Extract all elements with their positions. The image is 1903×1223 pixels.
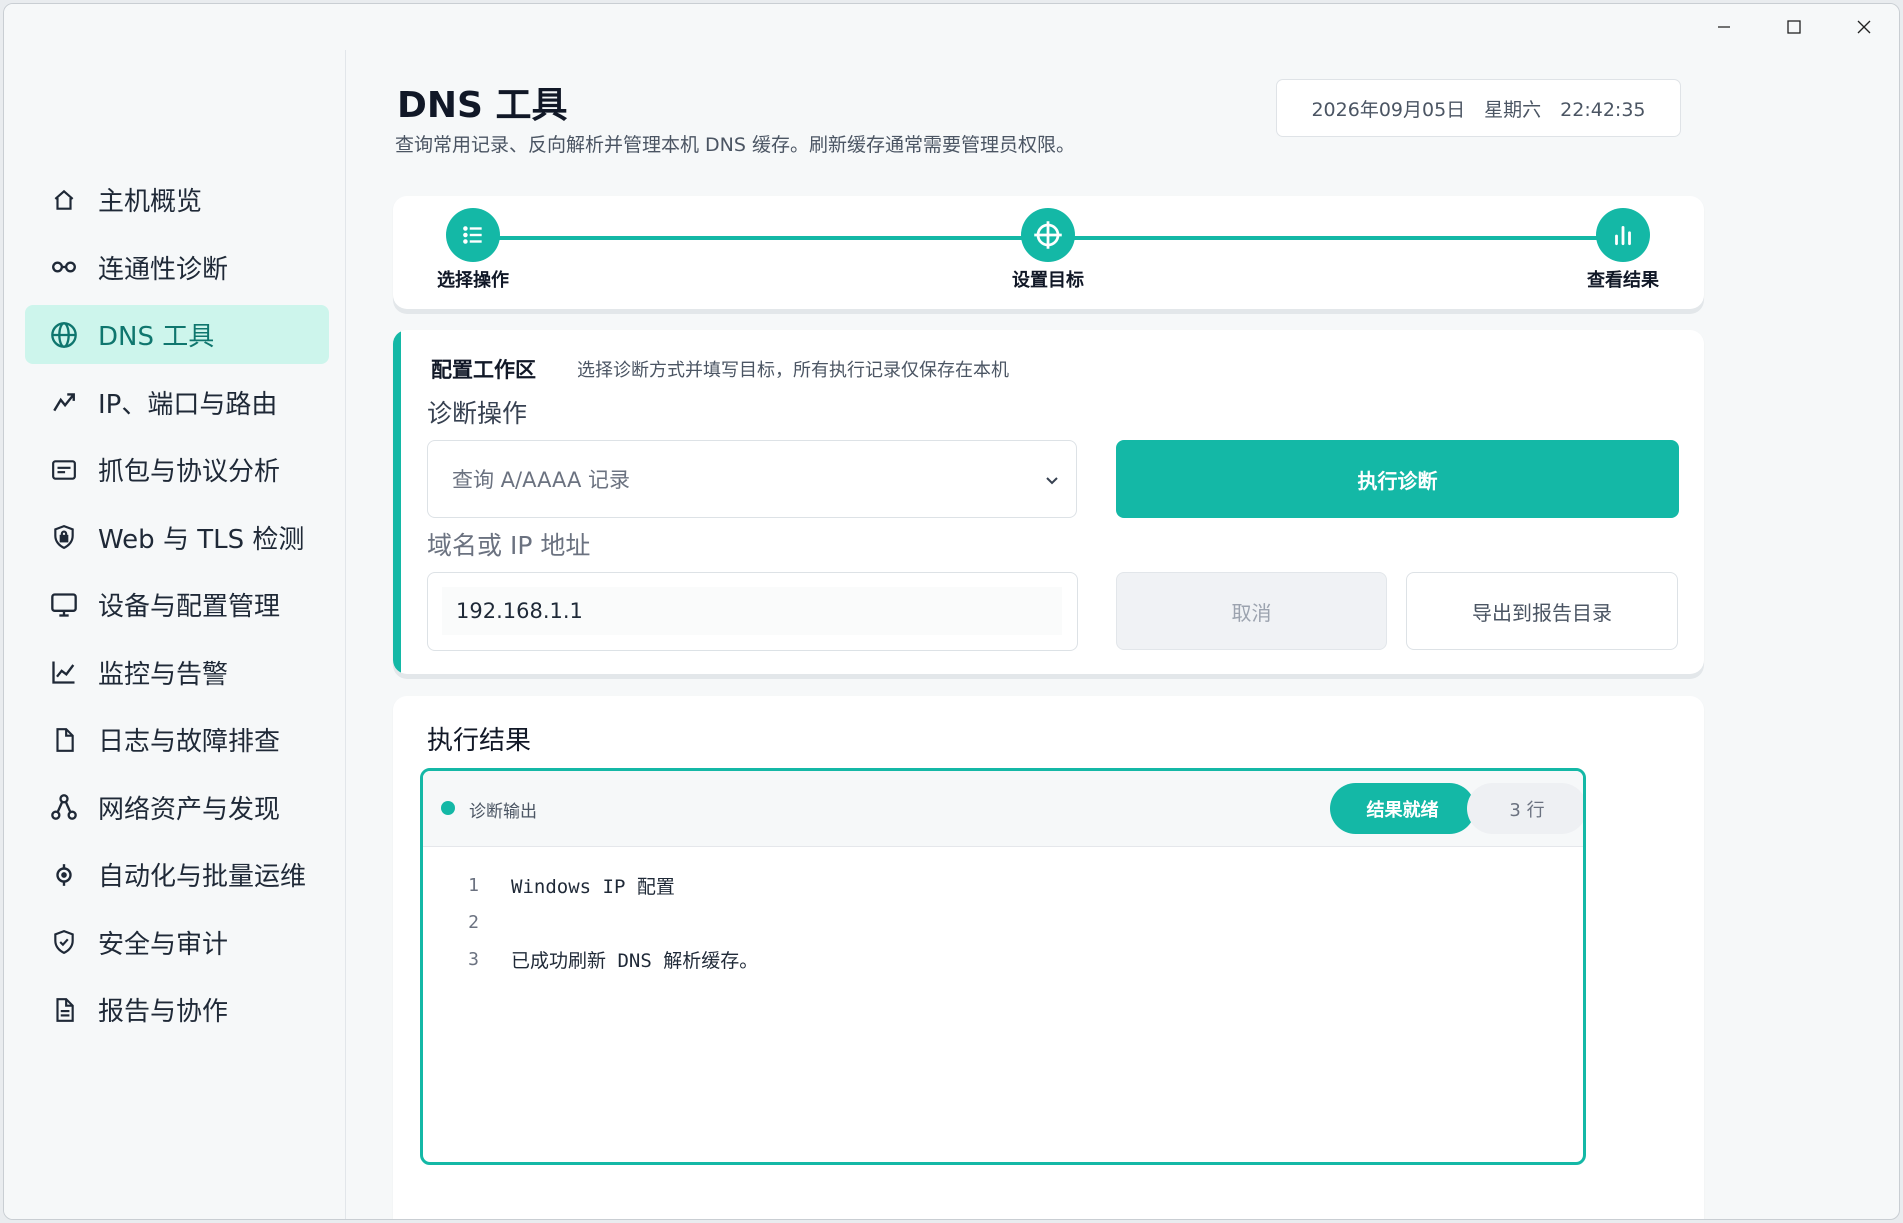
- app-window: 主机概览 连通性诊断 DNS 工具 IP、端口与路由 抓包与协议分析 Web 与…: [3, 3, 1900, 1220]
- operation-label: 诊断操作: [427, 399, 528, 428]
- datetime-display: 2026年09月05日 星期六 22:42:35: [1276, 79, 1681, 137]
- close-button[interactable]: [1829, 4, 1899, 50]
- maximize-icon: [1787, 20, 1801, 34]
- close-icon: [1857, 20, 1871, 34]
- target-label: 域名或 IP 地址: [427, 531, 591, 560]
- output-line: 2: [423, 904, 1583, 941]
- main-content: DNS 工具 查询常用记录、反向解析并管理本机 DNS 缓存。刷新缓存通常需要管…: [347, 50, 1899, 1219]
- output-header: 诊断输出 结果就绪 3 行: [423, 771, 1583, 847]
- sidebar-item-ip-port-route[interactable]: IP、端口与路由: [25, 373, 329, 432]
- step-view-results: 查看结果: [1553, 208, 1693, 292]
- trend-icon: [49, 387, 79, 417]
- row-count-badge: 3 行: [1467, 783, 1583, 834]
- sidebar-item-label: 网络资产与发现: [98, 794, 281, 825]
- sidebar-item-label: 监控与告警: [98, 659, 229, 690]
- sidebar-item-monitoring[interactable]: 监控与告警: [25, 643, 329, 702]
- config-accent-bar: [393, 330, 401, 674]
- line-chart-icon: [49, 657, 79, 687]
- sidebar-item-asset-discovery[interactable]: 网络资产与发现: [25, 778, 329, 837]
- sidebar-item-label: 抓包与协议分析: [98, 457, 281, 487]
- output-line: 3 已成功刷新 DNS 解析缓存。: [423, 941, 1583, 978]
- sidebar-item-reports[interactable]: 报告与协作: [25, 980, 329, 1039]
- sidebar-item-automation[interactable]: 自动化与批量运维: [25, 845, 329, 904]
- line-number: 3: [468, 949, 479, 970]
- step-select-operation: 选择操作: [403, 208, 543, 292]
- step-set-target: 设置目标: [978, 208, 1118, 292]
- list-icon: [446, 208, 500, 262]
- packet-icon: [49, 455, 79, 485]
- sidebar-item-device-config[interactable]: 设备与配置管理: [25, 575, 329, 634]
- output-lines: 1 Windows IP 配置 2 3 已成功刷新 DNS 解析缓存。: [423, 867, 1583, 978]
- export-report-button[interactable]: 导出到报告目录: [1406, 572, 1678, 650]
- operation-select[interactable]: 查询 A/AAAA 记录: [427, 440, 1077, 518]
- line-text: 已成功刷新 DNS 解析缓存。: [511, 950, 759, 972]
- progress-stepper: 选择操作 设置目标 查看结果: [393, 196, 1704, 309]
- sidebar-item-security-audit[interactable]: 安全与审计: [25, 913, 329, 972]
- line-text: Windows IP 配置: [511, 876, 675, 898]
- sidebar-item-label: Web 与 TLS 检测: [98, 524, 305, 555]
- link-icon: [49, 252, 79, 282]
- step-label: 选择操作: [437, 270, 509, 291]
- page-title: DNS 工具: [397, 85, 568, 126]
- title-bar: [4, 4, 1899, 50]
- file-icon: [49, 725, 79, 755]
- target-field: [427, 572, 1078, 651]
- sidebar-nav: 主机概览 连通性诊断 DNS 工具 IP、端口与路由 抓包与协议分析 Web 与…: [25, 170, 329, 1048]
- sidebar-item-label: 日志与故障排查: [98, 727, 281, 757]
- config-hint: 选择诊断方式并填写目标，所有执行记录仅保存在本机: [577, 360, 1009, 381]
- minimize-button[interactable]: [1689, 4, 1759, 50]
- output-title: 诊断输出: [469, 802, 537, 822]
- step-label: 查看结果: [1587, 270, 1659, 291]
- status-dot-icon: [441, 801, 455, 815]
- line-number: 2: [468, 912, 479, 933]
- config-workspace: 配置工作区 选择诊断方式并填写目标，所有执行记录仅保存在本机 诊断操作 查询 A…: [393, 330, 1704, 674]
- sidebar-item-connectivity[interactable]: 连通性诊断: [25, 238, 329, 297]
- run-diagnosis-button[interactable]: 执行诊断: [1116, 440, 1679, 518]
- operation-select-value: 查询 A/AAAA 记录: [452, 468, 631, 492]
- maximize-button[interactable]: [1759, 4, 1829, 50]
- sidebar-item-web-tls[interactable]: Web 与 TLS 检测: [25, 508, 329, 567]
- monitor-icon: [49, 590, 79, 620]
- sidebar-item-label: 连通性诊断: [98, 254, 229, 285]
- config-title: 配置工作区: [431, 358, 536, 382]
- sidebar-item-label: 主机概览: [98, 187, 203, 217]
- cancel-button[interactable]: 取消: [1116, 572, 1387, 650]
- sidebar-item-label: 设备与配置管理: [98, 592, 281, 622]
- target-input[interactable]: [442, 587, 1062, 635]
- crosshair-icon: [1021, 208, 1075, 262]
- network-icon: [49, 792, 79, 822]
- sidebar-item-label: DNS 工具: [98, 322, 215, 352]
- sidebar-item-label: IP、端口与路由: [98, 389, 278, 420]
- sidebar-item-dns-tools[interactable]: DNS 工具: [25, 305, 329, 364]
- results-title: 执行结果: [427, 726, 532, 756]
- bar-chart-icon: [1596, 208, 1650, 262]
- sidebar-item-packet-analysis[interactable]: 抓包与协议分析: [25, 440, 329, 499]
- output-console: 诊断输出 结果就绪 3 行 1 Windows IP 配置 2 3 已成功刷新 …: [420, 768, 1586, 1165]
- globe-icon: [49, 320, 79, 350]
- target-icon: [49, 860, 79, 890]
- step-label: 设置目标: [1012, 270, 1084, 291]
- shield-check-icon: [49, 927, 79, 957]
- status-badge: 结果就绪: [1330, 783, 1475, 834]
- document-icon: [49, 995, 79, 1025]
- minimize-icon: [1718, 26, 1730, 28]
- line-number: 1: [468, 875, 479, 896]
- sidebar: 主机概览 连通性诊断 DNS 工具 IP、端口与路由 抓包与协议分析 Web 与…: [4, 50, 346, 1219]
- output-line: 1 Windows IP 配置: [423, 867, 1583, 904]
- sidebar-item-label: 安全与审计: [98, 929, 229, 960]
- page-subtitle: 查询常用记录、反向解析并管理本机 DNS 缓存。刷新缓存通常需要管理员权限。: [395, 134, 1075, 156]
- shield-lock-icon: [49, 522, 79, 552]
- sidebar-item-label: 自动化与批量运维: [98, 862, 307, 892]
- sidebar-item-label: 报告与协作: [98, 997, 229, 1027]
- chevron-down-icon: [1044, 469, 1060, 493]
- sidebar-item-host-overview[interactable]: 主机概览: [25, 170, 329, 229]
- results-panel: 执行结果 诊断输出 结果就绪 3 行 1 Windows IP 配置 2 3 已…: [393, 696, 1704, 1219]
- sidebar-item-logs[interactable]: 日志与故障排查: [25, 710, 329, 769]
- home-icon: [49, 185, 79, 215]
